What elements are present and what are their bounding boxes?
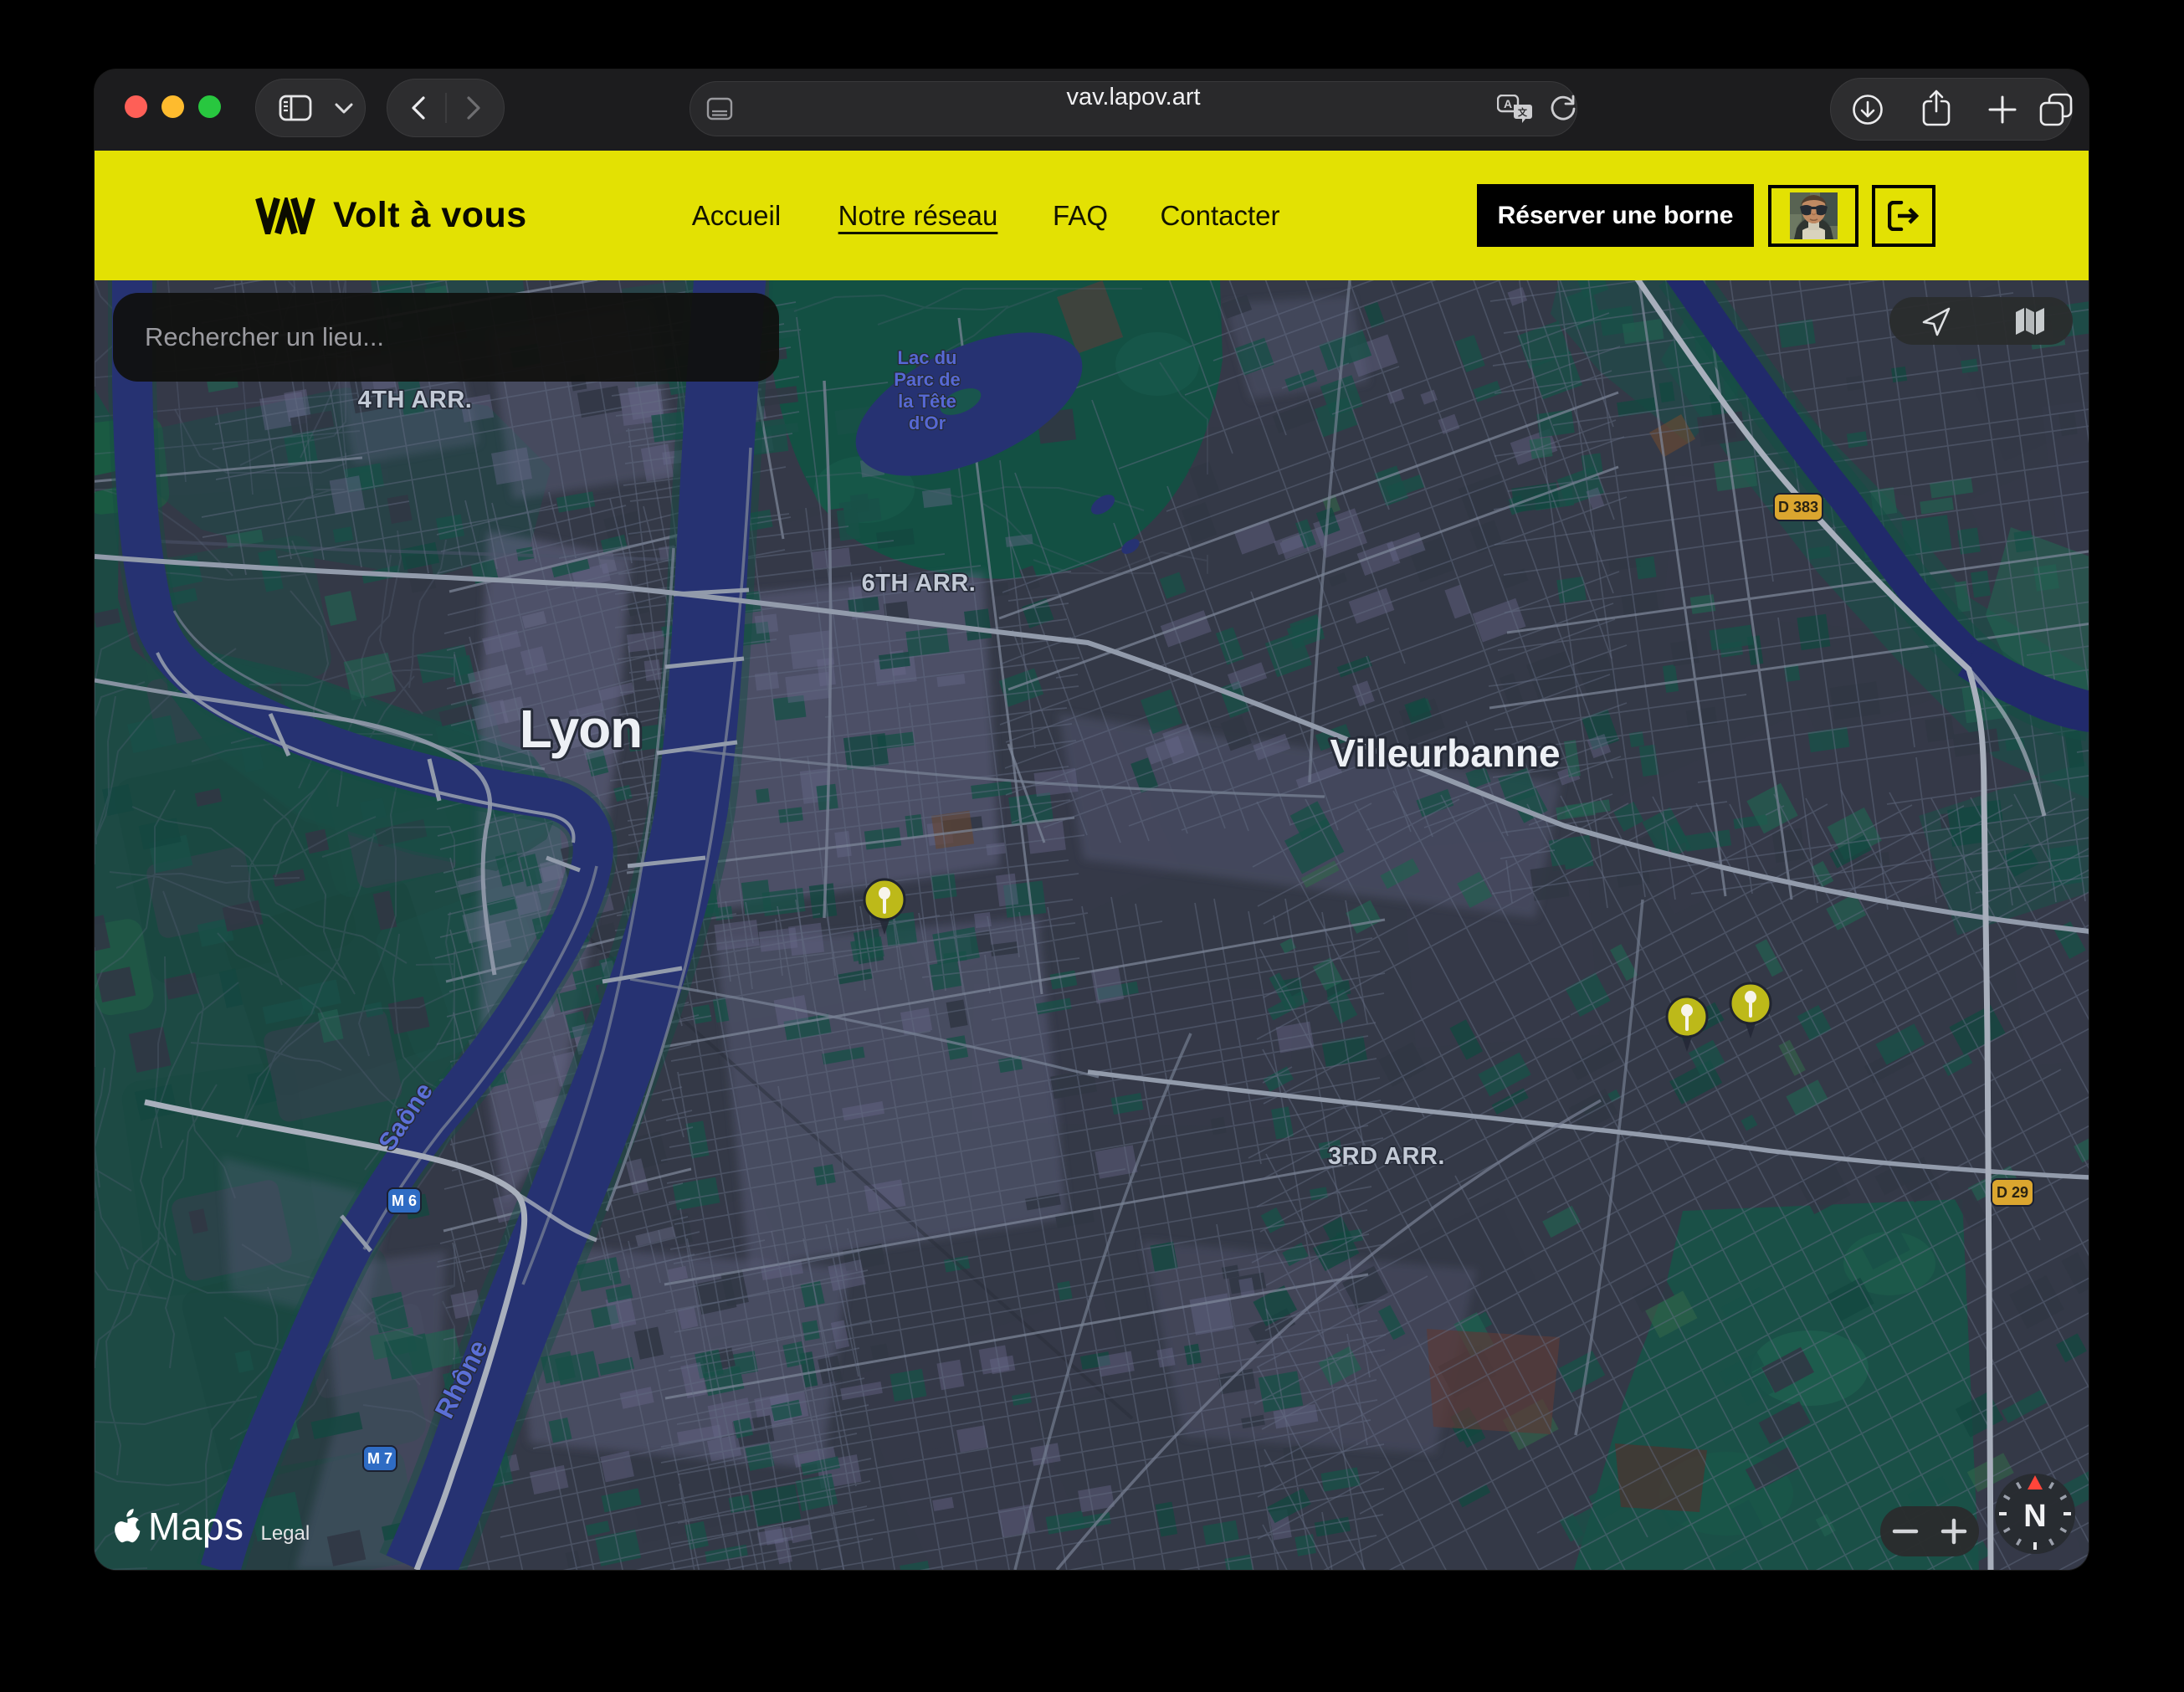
- svg-text:文: 文: [1518, 106, 1528, 118]
- svg-text:3RD ARR.: 3RD ARR.: [1328, 1143, 1445, 1170]
- svg-text:D 29: D 29: [1997, 1184, 2028, 1201]
- svg-text:Villeurbanne: Villeurbanne: [1330, 731, 1560, 775]
- svg-text:la Tête: la Tête: [898, 391, 956, 412]
- svg-text:4TH ARR.: 4TH ARR.: [358, 387, 473, 413]
- svg-text:M 6: M 6: [392, 1192, 417, 1209]
- svg-text:Lyon: Lyon: [520, 699, 643, 759]
- svg-text:A: A: [1504, 97, 1512, 110]
- svg-text:N: N: [2023, 1499, 2046, 1534]
- svg-text:d'Or: d'Or: [909, 413, 946, 433]
- svg-text:M 7: M 7: [367, 1450, 392, 1467]
- svg-text:Parc de: Parc de: [894, 369, 961, 390]
- svg-text:D 383: D 383: [1778, 499, 1818, 515]
- svg-text:Lac du: Lac du: [898, 347, 957, 368]
- svg-text:6TH ARR.: 6TH ARR.: [862, 570, 977, 597]
